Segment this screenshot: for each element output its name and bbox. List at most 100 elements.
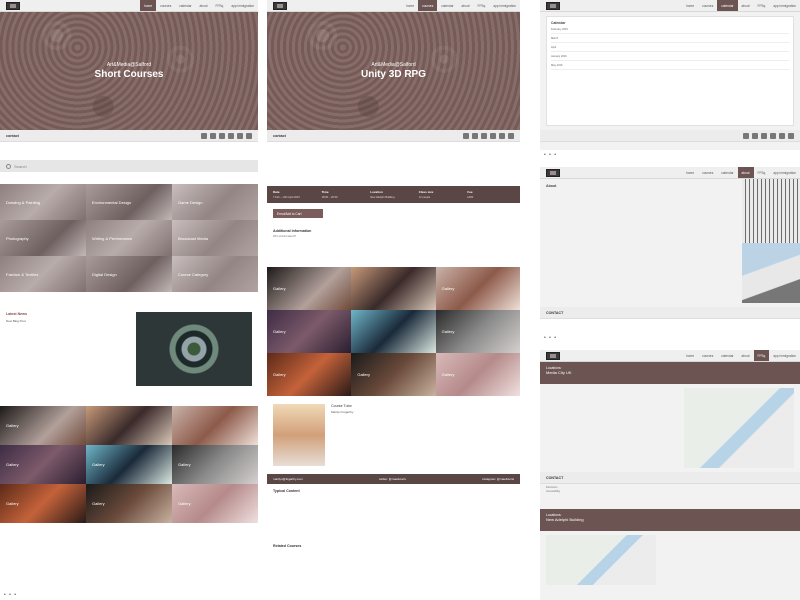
linkedin-icon[interactable] xyxy=(481,132,487,139)
university-logo[interactable] xyxy=(273,2,287,10)
tutor-twitter[interactable]: twitter: @maefuturis xyxy=(379,477,406,481)
category-tile[interactable]: Broadcast Media xyxy=(172,220,258,256)
category-tile[interactable]: Digital Design xyxy=(86,256,172,292)
youtube-icon[interactable] xyxy=(508,132,514,139)
tutor-instagram[interactable]: instagram: @maefuturis xyxy=(482,477,514,481)
nav-about[interactable]: about xyxy=(196,0,212,11)
nav-ffsq[interactable]: FFSq xyxy=(212,0,228,11)
twitter-icon[interactable] xyxy=(770,132,776,139)
category-tile[interactable]: Drawing & Painting xyxy=(0,184,86,220)
youtube-icon[interactable] xyxy=(246,132,252,139)
facebook-icon[interactable] xyxy=(201,132,207,139)
calendar-row[interactable]: February 2015 xyxy=(551,28,789,34)
twitter-icon[interactable] xyxy=(490,132,496,139)
calendar-row[interactable]: May 2016 xyxy=(551,64,789,70)
gallery-tile[interactable]: Gallery xyxy=(267,309,352,353)
facebook-icon[interactable] xyxy=(463,132,469,139)
gallery-tile[interactable]: Gallery xyxy=(435,266,520,310)
instagram-icon[interactable] xyxy=(210,132,216,139)
nav-about[interactable]: about xyxy=(738,0,754,11)
search-bar[interactable]: Search xyxy=(0,160,258,172)
nav-calendar[interactable]: calendar xyxy=(175,0,195,11)
nav-about[interactable]: about xyxy=(737,167,754,178)
nav-about[interactable]: about xyxy=(738,350,754,361)
contact-label[interactable]: CONTACT xyxy=(546,476,563,480)
linkedin-icon[interactable] xyxy=(761,132,767,139)
gallery-tile[interactable]: Gallery xyxy=(435,309,520,353)
gallery-tile[interactable] xyxy=(351,309,436,353)
map[interactable] xyxy=(546,535,656,586)
calendar-row[interactable]: April xyxy=(551,46,789,52)
contact-label[interactable]: CONTACT xyxy=(546,311,563,315)
nav-courses[interactable]: courses xyxy=(156,0,175,11)
nav-about[interactable]: about xyxy=(458,0,474,11)
contact-label[interactable]: contact xyxy=(273,134,286,138)
gallery-tile[interactable]: Gallery xyxy=(0,406,86,445)
calendar-row[interactable]: March xyxy=(551,37,789,43)
nav-calendar[interactable]: calendar xyxy=(717,167,737,178)
gallery-tile[interactable]: Gallery xyxy=(267,266,352,310)
gallery-tile[interactable]: Gallery xyxy=(86,445,172,484)
enrol-button[interactable]: Enrol/Add to Cart xyxy=(273,209,323,218)
nav-app[interactable]: app immigration xyxy=(227,0,258,11)
gallery-tile[interactable]: Gallery xyxy=(0,445,86,484)
snapchat-icon[interactable] xyxy=(779,132,785,139)
facebook-icon[interactable] xyxy=(743,132,749,139)
nav-courses[interactable]: courses xyxy=(698,0,717,11)
category-tile[interactable]: Game Design xyxy=(172,184,258,220)
nav-home[interactable]: home xyxy=(682,350,698,361)
search-input[interactable]: Search xyxy=(14,164,27,169)
youtube-icon[interactable] xyxy=(788,132,794,139)
university-logo[interactable] xyxy=(546,169,560,177)
news-image[interactable] xyxy=(136,312,252,386)
tutor-email[interactable]: marilyn@fogarthy.com xyxy=(273,477,303,481)
gallery-tile[interactable]: Gallery xyxy=(351,352,436,396)
category-tile[interactable]: Photography xyxy=(0,220,86,256)
nav-courses[interactable]: courses xyxy=(418,0,438,11)
gallery-tile[interactable]: Gallery xyxy=(0,484,86,523)
gallery-tile[interactable]: Gallery xyxy=(86,484,172,523)
nav-courses[interactable]: courses xyxy=(698,350,717,361)
nav-calendar[interactable]: calendar xyxy=(717,350,737,361)
category-tile[interactable]: Environmental Design xyxy=(86,184,172,220)
nav-ffsq[interactable]: FFSq xyxy=(754,0,770,11)
nav-courses[interactable]: courses xyxy=(698,167,717,178)
university-logo[interactable] xyxy=(546,352,560,360)
nav-calendar[interactable]: calendar xyxy=(717,0,738,11)
gallery-tile[interactable]: Gallery xyxy=(435,352,520,396)
snapchat-icon[interactable] xyxy=(499,132,505,139)
linkedin-icon[interactable] xyxy=(219,132,225,139)
nav-ffsq[interactable]: FFSq xyxy=(753,350,770,361)
nav-home[interactable]: home xyxy=(682,0,698,11)
nav-home[interactable]: home xyxy=(402,0,418,11)
nav-app[interactable]: app immigration xyxy=(769,0,800,11)
category-tile[interactable]: Writing & Performance xyxy=(86,220,172,256)
nav-home[interactable]: home xyxy=(682,167,698,178)
gallery-tile[interactable] xyxy=(172,406,258,445)
nav-ffsq[interactable]: FFSq xyxy=(754,167,770,178)
map[interactable] xyxy=(684,388,794,468)
nav-app[interactable]: app immigration xyxy=(769,350,800,361)
twitter-icon[interactable] xyxy=(228,132,234,139)
nav-home[interactable]: home xyxy=(140,0,157,11)
nav-ffsq[interactable]: FFSq xyxy=(474,0,490,11)
category-tile[interactable]: Fashion & Textiles xyxy=(0,256,86,292)
snapchat-icon[interactable] xyxy=(237,132,243,139)
nav-calendar[interactable]: calendar xyxy=(437,0,457,11)
gallery-tile[interactable] xyxy=(351,266,436,310)
instagram-icon[interactable] xyxy=(752,132,758,139)
nav-app[interactable]: app immigration xyxy=(769,167,800,178)
university-logo[interactable] xyxy=(546,2,560,10)
gallery-tile[interactable]: Gallery xyxy=(267,352,352,396)
nav-app[interactable]: app immigration xyxy=(489,0,520,11)
gallery-tile[interactable]: Gallery xyxy=(172,445,258,484)
contact-label[interactable]: contact xyxy=(6,134,19,138)
accessibility-link[interactable]: Accessibility xyxy=(546,490,794,494)
university-logo[interactable] xyxy=(6,2,20,10)
calendar-row[interactable]: January 2016 xyxy=(551,55,789,61)
gallery-tile[interactable] xyxy=(86,406,172,445)
instagram-icon[interactable] xyxy=(472,132,478,139)
news-subheading[interactable]: New Blog Post xyxy=(6,319,130,323)
gallery-tile[interactable]: Gallery xyxy=(172,484,258,523)
category-tile[interactable]: Course Category xyxy=(172,256,258,292)
